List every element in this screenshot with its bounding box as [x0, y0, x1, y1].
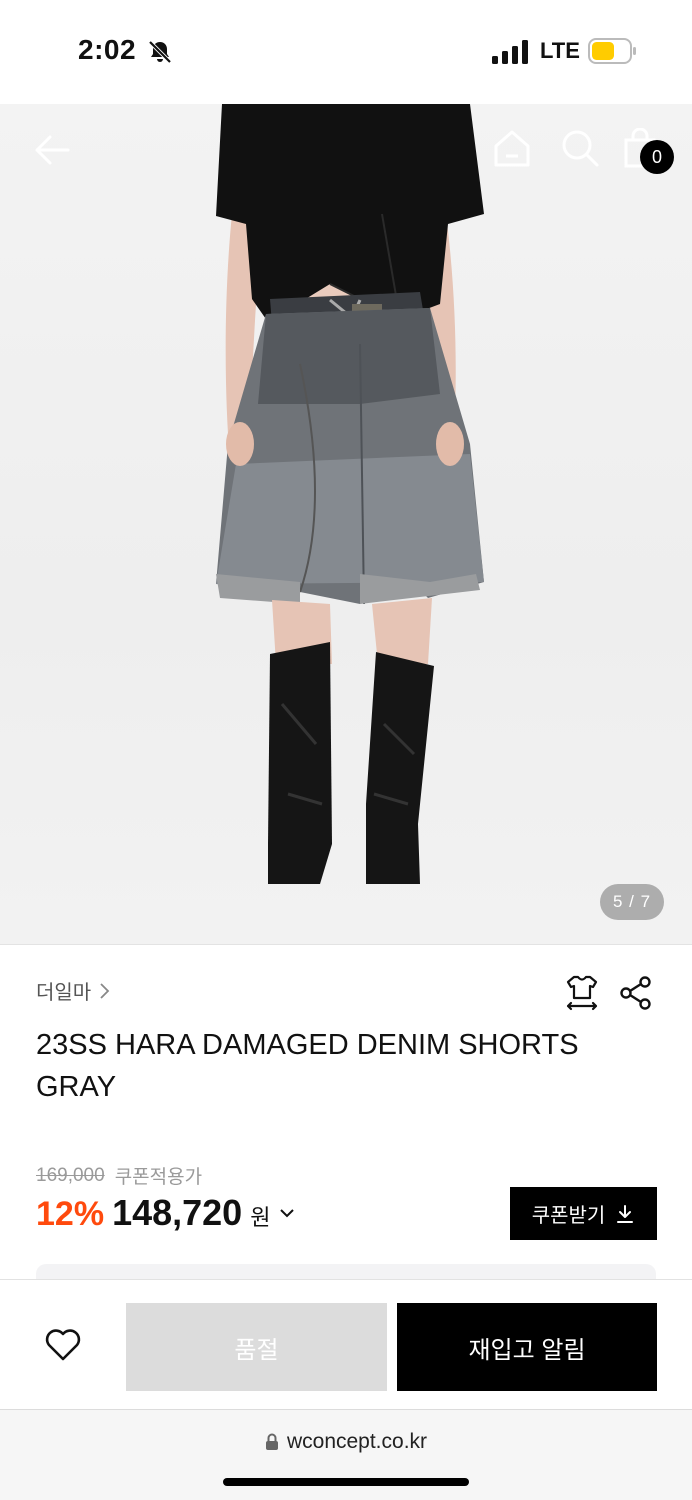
size-guide-icon[interactable] [564, 974, 600, 1012]
home-indicator[interactable] [223, 1478, 469, 1486]
currency-unit: 원 [250, 1205, 271, 1230]
sale-price: 148,720 [112, 1192, 243, 1233]
price-row[interactable]: 12% 148,720 원 [36, 1192, 296, 1234]
brand-name: 더일마 [36, 982, 92, 1004]
bell-muted-icon [148, 40, 172, 64]
browser-address-bar[interactable]: wconcept.co.kr [0, 1409, 692, 1500]
get-coupon-label: 쿠폰받기 [531, 1205, 606, 1227]
home-icon[interactable] [492, 128, 532, 168]
brand-link[interactable]: 더일마 [36, 976, 113, 1005]
product-title: 23SS HARA DAMAGED DENIM SHORTS GRAY [36, 1029, 579, 1103]
product-image-gallery[interactable]: 0 5 / 7 [0, 104, 692, 944]
original-price-row: 169,000 쿠폰적용가 [36, 1162, 202, 1189]
product-photo [216, 104, 484, 884]
restock-alert-button[interactable]: 재입고 알림 [397, 1303, 657, 1391]
divider [0, 944, 692, 945]
search-icon[interactable] [560, 128, 600, 168]
discount-rate: 12% [36, 1195, 105, 1233]
battery-icon [588, 38, 636, 64]
signal-icon [492, 40, 528, 64]
get-coupon-button[interactable]: 쿠폰받기 [510, 1187, 657, 1240]
wishlist-heart-icon[interactable] [44, 1326, 82, 1362]
lock-icon [265, 1433, 278, 1450]
download-icon [617, 1204, 634, 1223]
network-type: LTE [540, 38, 580, 63]
coupon-price-note: 쿠폰적용가 [114, 1167, 203, 1188]
chevron-down-icon[interactable] [278, 1204, 296, 1222]
back-arrow-icon[interactable] [32, 130, 72, 170]
original-price: 169,000 [36, 1164, 105, 1186]
status-time: 2:02 [78, 34, 137, 65]
image-pager: 5 / 7 [600, 884, 664, 920]
url-text: wconcept.co.kr [286, 1430, 428, 1453]
sold-out-button[interactable]: 품절 [126, 1303, 387, 1391]
chevron-right-icon [100, 982, 110, 999]
status-bar: 2:02 LTE [0, 0, 692, 104]
url-display[interactable]: wconcept.co.kr [0, 1430, 692, 1454]
cart-count-badge[interactable]: 0 [640, 140, 674, 174]
share-icon[interactable] [618, 976, 654, 1010]
purchase-action-bar: 품절 재입고 알림 [0, 1279, 692, 1409]
